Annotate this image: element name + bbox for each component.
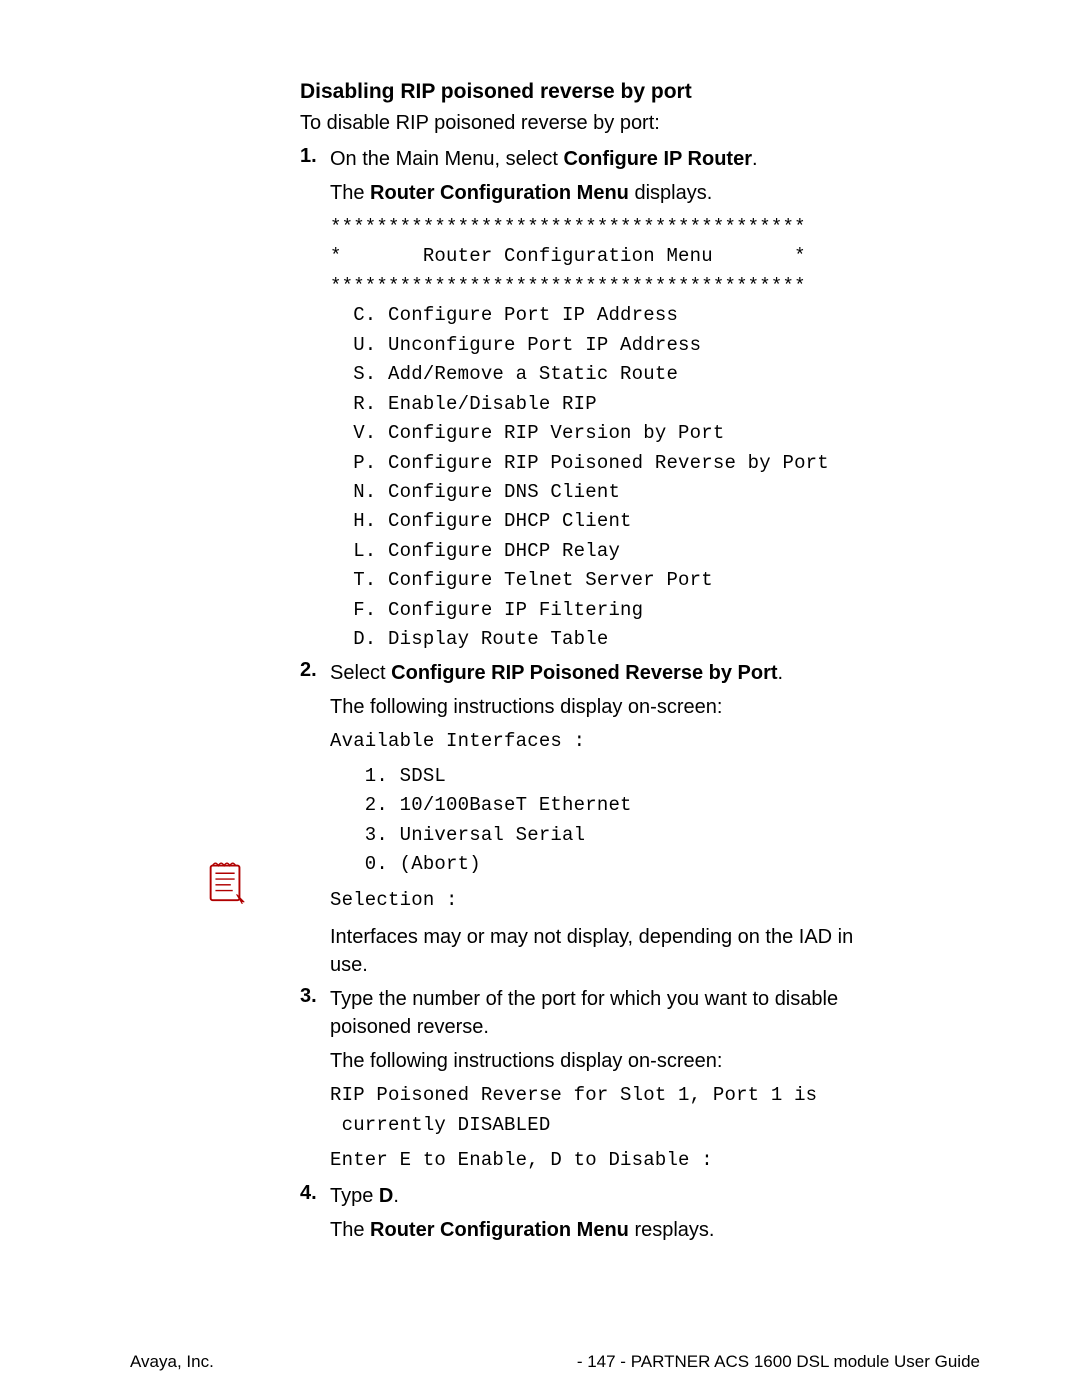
router-config-menu: ****************************************…: [330, 213, 880, 655]
menu-item: R. Enable/Disable RIP: [330, 390, 880, 419]
step-1-body: On the Main Menu, select Configure IP Ro…: [330, 145, 880, 655]
menu-item: V. Configure RIP Version by Port: [330, 419, 880, 448]
step2-tail: .: [778, 662, 784, 684]
step-number-2: 2.: [300, 659, 317, 682]
step-number-4: 4.: [300, 1182, 317, 1205]
interface-item: 2. 10/100BaseT Ethernet: [330, 791, 880, 820]
footer-page: - 147 -: [577, 1352, 626, 1371]
step4-tail: .: [393, 1185, 399, 1207]
step2-text: Select: [330, 662, 391, 684]
interface-item: 3. Universal Serial: [330, 821, 880, 850]
step-number-1: 1.: [300, 145, 317, 168]
menu-item: F. Configure IP Filtering: [330, 596, 880, 625]
step2-line2: The following instructions display on-sc…: [330, 693, 880, 721]
menu-item: H. Configure DHCP Client: [330, 507, 880, 536]
document-page: Disabling RIP poisoned reverse by port T…: [0, 0, 1080, 1400]
selection-prompt: Selection :: [330, 886, 880, 915]
menu-item: U. Unconfigure Port IP Address: [330, 331, 880, 360]
rip-status: RIP Poisoned Reverse for Slot 1, Port 1 …: [330, 1081, 880, 1140]
step4-bold: D: [379, 1185, 393, 1207]
step-4-body: Type D. The Router Configuration Menu re…: [330, 1182, 880, 1244]
interface-item: 1. SDSL: [330, 762, 880, 791]
interface-item: 0. (Abort): [330, 850, 880, 879]
step1-bold: Configure IP Router: [563, 148, 752, 170]
enable-disable-prompt: Enter E to Enable, D to Disable :: [330, 1146, 880, 1175]
rip-status-2: currently DISABLED: [330, 1111, 880, 1140]
step-4: 4. Type D. The Router Configuration Menu…: [330, 1182, 880, 1244]
intro-text: To disable RIP poisoned reverse by port:: [300, 112, 880, 135]
step1-tail: .: [752, 148, 758, 170]
step3-line1: Type the number of the port for which yo…: [330, 985, 880, 1041]
step-number-3: 3.: [300, 985, 317, 1008]
content-area: Disabling RIP poisoned reverse by port T…: [300, 80, 880, 1244]
section-heading: Disabling RIP poisoned reverse by port: [300, 80, 880, 104]
step1-text: On the Main Menu, select: [330, 148, 563, 170]
step4-line2b: Router Configuration Menu: [370, 1219, 629, 1241]
menu-item: N. Configure DNS Client: [330, 478, 880, 507]
menu-item: D. Display Route Table: [330, 625, 880, 654]
step2-bold: Configure RIP Poisoned Reverse by Port: [391, 662, 777, 684]
step2-note: Interfaces may or may not display, depen…: [330, 923, 880, 979]
menu-border-bottom: ****************************************…: [330, 272, 880, 301]
step3-line2: The following instructions display on-sc…: [330, 1047, 880, 1075]
notepad-icon: [202, 856, 250, 904]
menu-item: L. Configure DHCP Relay: [330, 537, 880, 566]
step-2-body: Select Configure RIP Poisoned Reverse by…: [330, 659, 880, 980]
menu-item: S. Add/Remove a Static Route: [330, 360, 880, 389]
step-3: 3. Type the number of the port for which…: [330, 985, 880, 1175]
step4-text: Type: [330, 1185, 379, 1207]
menu-item: P. Configure RIP Poisoned Reverse by Por…: [330, 449, 880, 478]
step4-line2c: resplays.: [629, 1219, 715, 1241]
step1-line2a: The: [330, 182, 370, 204]
menu-border-top: ****************************************…: [330, 213, 880, 242]
step-1: 1. On the Main Menu, select Configure IP…: [330, 145, 880, 655]
page-footer: Avaya, Inc. - 147 - PARTNER ACS 1600 DSL…: [130, 1352, 980, 1372]
menu-item: C. Configure Port IP Address: [330, 301, 880, 330]
step4-line2a: The: [330, 1219, 370, 1241]
menu-title: * Router Configuration Menu *: [330, 242, 880, 271]
step-3-body: Type the number of the port for which yo…: [330, 985, 880, 1175]
interface-list: 1. SDSL 2. 10/100BaseT Ethernet 3. Unive…: [330, 762, 880, 880]
footer-company: Avaya, Inc.: [130, 1352, 214, 1372]
step-2: 2. Select Configure RIP Poisoned Reverse…: [330, 659, 880, 980]
step1-line2b: Router Configuration Menu: [370, 182, 629, 204]
interfaces-header: Available Interfaces :: [330, 727, 880, 756]
menu-item: T. Configure Telnet Server Port: [330, 566, 880, 595]
footer-title: PARTNER ACS 1600 DSL module User Guide: [631, 1352, 980, 1371]
step1-line2c: displays.: [629, 182, 712, 204]
rip-status-1: RIP Poisoned Reverse for Slot 1, Port 1 …: [330, 1081, 880, 1110]
